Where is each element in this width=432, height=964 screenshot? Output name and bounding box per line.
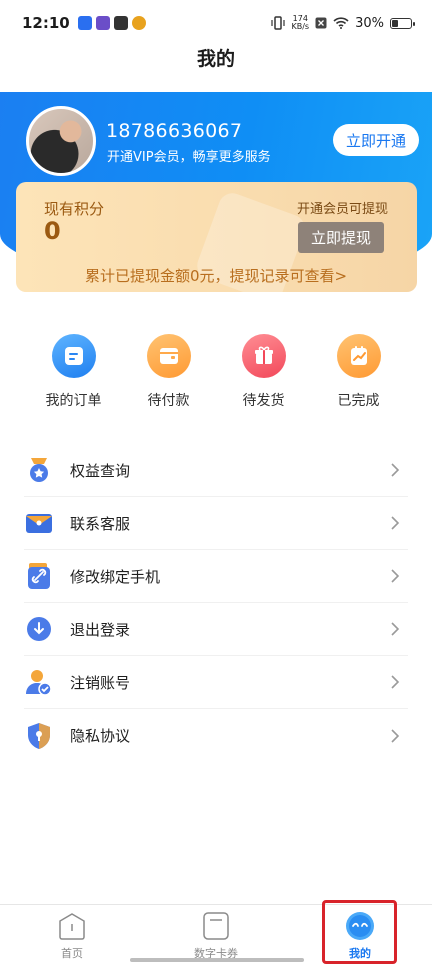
menu-delete-account[interactable]: 注销账号: [24, 656, 408, 709]
shield-lock-icon: [24, 721, 54, 751]
menu-label: 联系客服: [70, 514, 131, 533]
weibo-icon: [131, 16, 146, 30]
logout-icon: [24, 614, 54, 644]
highlight-annotation: [322, 900, 397, 964]
points-value: 0: [44, 217, 61, 245]
card-coupon-icon: [203, 912, 229, 940]
menu-label: 注销账号: [70, 673, 131, 692]
points-label: 现有积分: [44, 200, 105, 218]
avatar[interactable]: [26, 106, 96, 176]
link-icon: [24, 561, 54, 591]
menu-benefits[interactable]: 权益查询: [24, 444, 408, 497]
menu-label: 退出登录: [70, 620, 131, 639]
page-title: 我的: [196, 48, 235, 70]
settings-menu: 权益查询 联系客服 修改绑定手机 退出登录 注销账号 隐私协议: [24, 444, 408, 762]
net-speed: 174 KB/s: [291, 15, 309, 31]
chevron-right-icon: [391, 463, 400, 477]
order-label: 待发货: [242, 393, 285, 409]
chevron-right-icon: [391, 728, 400, 743]
order-my-orders[interactable]: 我的订单: [26, 334, 121, 410]
status-right: 174 KB/s 30%: [271, 15, 415, 31]
net-speed-unit: KB/s: [291, 22, 310, 31]
app-notification-icon: [95, 16, 110, 30]
menu-change-phone[interactable]: 修改绑定手机: [24, 550, 408, 603]
withdraw-button[interactable]: 立即提现: [298, 222, 384, 253]
order-pending-payment[interactable]: 待付款: [121, 334, 216, 410]
home-indicator[interactable]: [130, 958, 304, 962]
chevron-right-icon: [391, 622, 400, 636]
order-label: 我的订单: [45, 393, 102, 409]
mail-icon: [24, 508, 54, 538]
sim-off-icon: [315, 17, 327, 29]
order-completed[interactable]: 已完成: [311, 334, 406, 410]
chevron-right-icon: [391, 675, 400, 689]
order-pending-shipment[interactable]: 待发货: [216, 334, 311, 410]
chevron-right-icon: [391, 569, 400, 583]
menu-contact-support[interactable]: 联系客服: [24, 497, 408, 550]
order-label: 已完成: [337, 393, 380, 409]
order-label: 待付款: [147, 393, 190, 409]
phone-number: 18786636067: [106, 120, 243, 142]
menu-label: 权益查询: [70, 461, 131, 480]
nav-label: 首页: [61, 947, 83, 960]
chevron-right-icon: [391, 516, 400, 530]
app-notification-icon: [77, 16, 92, 30]
order-shortcuts: 我的订单 待付款 待发货 已完成: [26, 334, 406, 410]
user-check-icon: [24, 667, 54, 697]
nav-digital-coupons[interactable]: 数字卡券: [144, 905, 288, 964]
chart-check-icon: [336, 334, 381, 378]
vip-withdraw-hint: 开通会员可提现: [296, 202, 388, 217]
menu-logout[interactable]: 退出登录: [24, 603, 408, 656]
medal-star-icon: [24, 455, 54, 485]
wifi-icon: [333, 17, 349, 29]
status-bar: 12:10 174 KB/s 30%: [0, 0, 432, 46]
order-list-icon: [51, 334, 96, 378]
menu-label: 隐私协议: [70, 727, 131, 745]
app-notification-icon: [113, 16, 128, 30]
gift-box-icon: [241, 334, 286, 378]
status-time: 12:10: [22, 14, 70, 32]
open-vip-button[interactable]: 立即开通: [333, 124, 419, 156]
menu-privacy-policy[interactable]: 隐私协议: [24, 709, 408, 762]
vibrate-icon: [271, 16, 286, 30]
home-icon: [59, 913, 85, 940]
wallet-icon: [146, 334, 191, 378]
menu-label: 修改绑定手机: [70, 567, 161, 586]
notification-icons: [77, 16, 146, 30]
withdraw-record-link[interactable]: 累计已提现金额0元，提现记录可查看>: [0, 265, 432, 286]
battery-text: 30%: [355, 15, 384, 31]
vip-subtitle: 开通VIP会员，畅享更多服务: [107, 150, 271, 165]
battery-icon: [390, 17, 415, 29]
nav-home[interactable]: 首页: [0, 905, 144, 964]
